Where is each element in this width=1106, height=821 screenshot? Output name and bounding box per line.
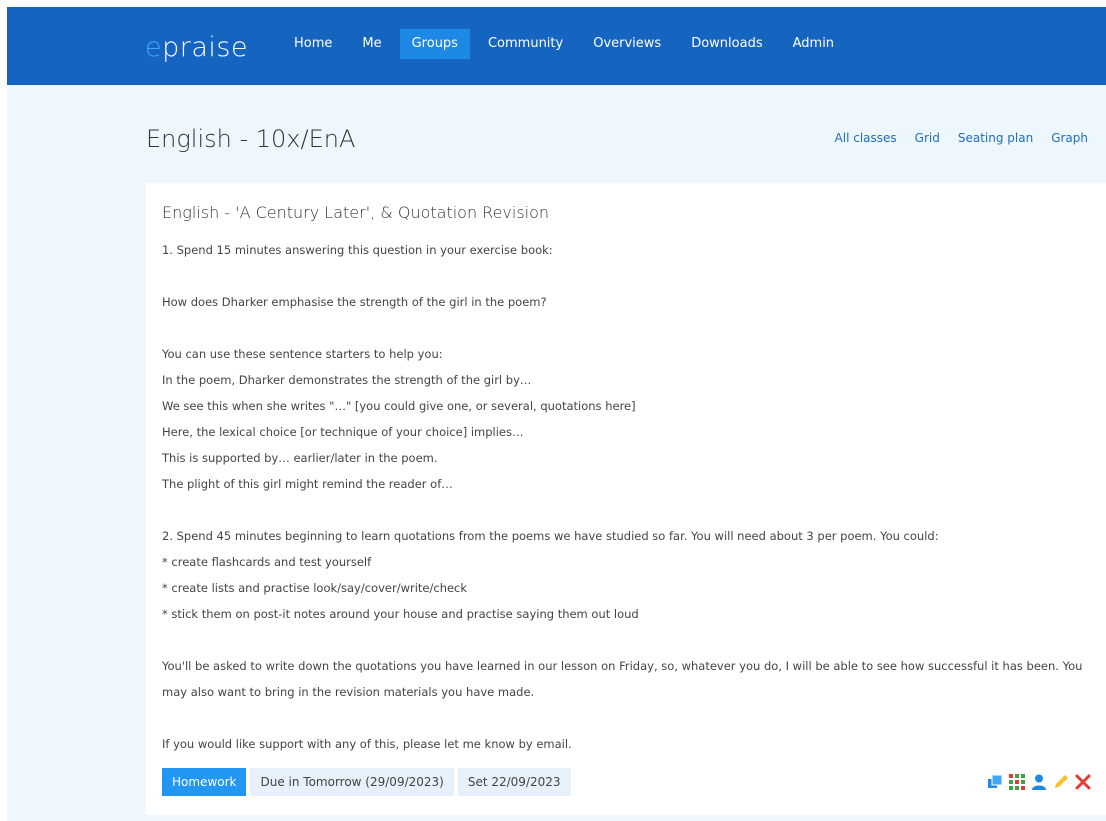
set-date-tag: Set 22/09/2023 — [457, 768, 571, 796]
page-title: English - 10x/EnA — [146, 125, 356, 153]
grid-icon[interactable] — [1008, 773, 1026, 791]
person-icon[interactable] — [1030, 773, 1048, 791]
task-tags: Homework Due in Tomorrow (29/09/2023) Se… — [162, 768, 571, 796]
task-line: 2. Spend 45 minutes beginning to learn q… — [162, 529, 939, 543]
nav-overviews[interactable]: Overviews — [581, 29, 673, 59]
task-title: English - 'A Century Later', & Quotation… — [162, 203, 550, 222]
task-line: We see this when she writes "…" [you cou… — [162, 399, 636, 413]
task-line — [162, 263, 1097, 289]
task-description: 1. Spend 15 minutes answering this quest… — [162, 237, 1097, 757]
task-line — [162, 627, 1097, 653]
close-icon[interactable] — [1074, 773, 1092, 791]
copy-icon[interactable] — [986, 773, 1004, 791]
brand-rest: praise — [162, 32, 249, 63]
task-line: 1. Spend 15 minutes answering this quest… — [162, 243, 553, 257]
view-links: All classes Grid Seating plan Graph — [835, 131, 1088, 145]
nav-admin[interactable]: Admin — [781, 29, 846, 59]
task-line: * stick them on post-it notes around you… — [162, 607, 639, 621]
nav-downloads[interactable]: Downloads — [679, 29, 774, 59]
task-line: How does Dharker emphasise the strength … — [162, 295, 547, 309]
view-graph-link[interactable]: Graph — [1051, 131, 1088, 145]
homework-tag[interactable]: Homework — [162, 768, 247, 796]
brand-prefix: e — [145, 32, 163, 63]
task-line — [162, 497, 1097, 523]
task-line: The plight of this girl might remind the… — [162, 477, 453, 491]
view-grid-link[interactable]: Grid — [915, 131, 940, 145]
pencil-icon[interactable] — [1052, 773, 1070, 791]
view-all-classes-link[interactable]: All classes — [835, 131, 897, 145]
task-line: * create lists and practise look/say/cov… — [162, 581, 468, 595]
task-line: This is supported by… earlier/later in t… — [162, 451, 438, 465]
task-line: If you would like support with any of th… — [162, 737, 572, 751]
task-line: You can use these sentence starters to h… — [162, 347, 443, 361]
nav-groups[interactable]: Groups — [399, 29, 470, 59]
task-line — [162, 705, 1097, 731]
nav-me[interactable]: Me — [350, 29, 393, 59]
brand-logo[interactable]: epraise — [145, 33, 248, 63]
task-line: In the poem, Dharker demonstrates the st… — [162, 373, 532, 387]
task-line: You'll be asked to write down the quotat… — [162, 659, 1083, 699]
due-date-tag: Due in Tomorrow (29/09/2023) — [250, 768, 454, 796]
view-seating-plan-link[interactable]: Seating plan — [958, 131, 1033, 145]
task-card: English - 'A Century Later', & Quotation… — [146, 183, 1106, 815]
top-navbar: epraise Home Me Groups Community Overvie… — [7, 7, 1106, 85]
nav-community[interactable]: Community — [476, 29, 575, 59]
task-line — [162, 315, 1097, 341]
nav-home[interactable]: Home — [282, 29, 344, 59]
task-line: * create flashcards and test yourself — [162, 555, 372, 569]
page-content: English - 10x/EnA All classes Grid Seati… — [7, 85, 1106, 821]
task-line: Here, the lexical choice [or technique o… — [162, 425, 524, 439]
main-nav: Home Me Groups Community Overviews Downl… — [282, 29, 852, 59]
task-actions — [986, 773, 1092, 791]
